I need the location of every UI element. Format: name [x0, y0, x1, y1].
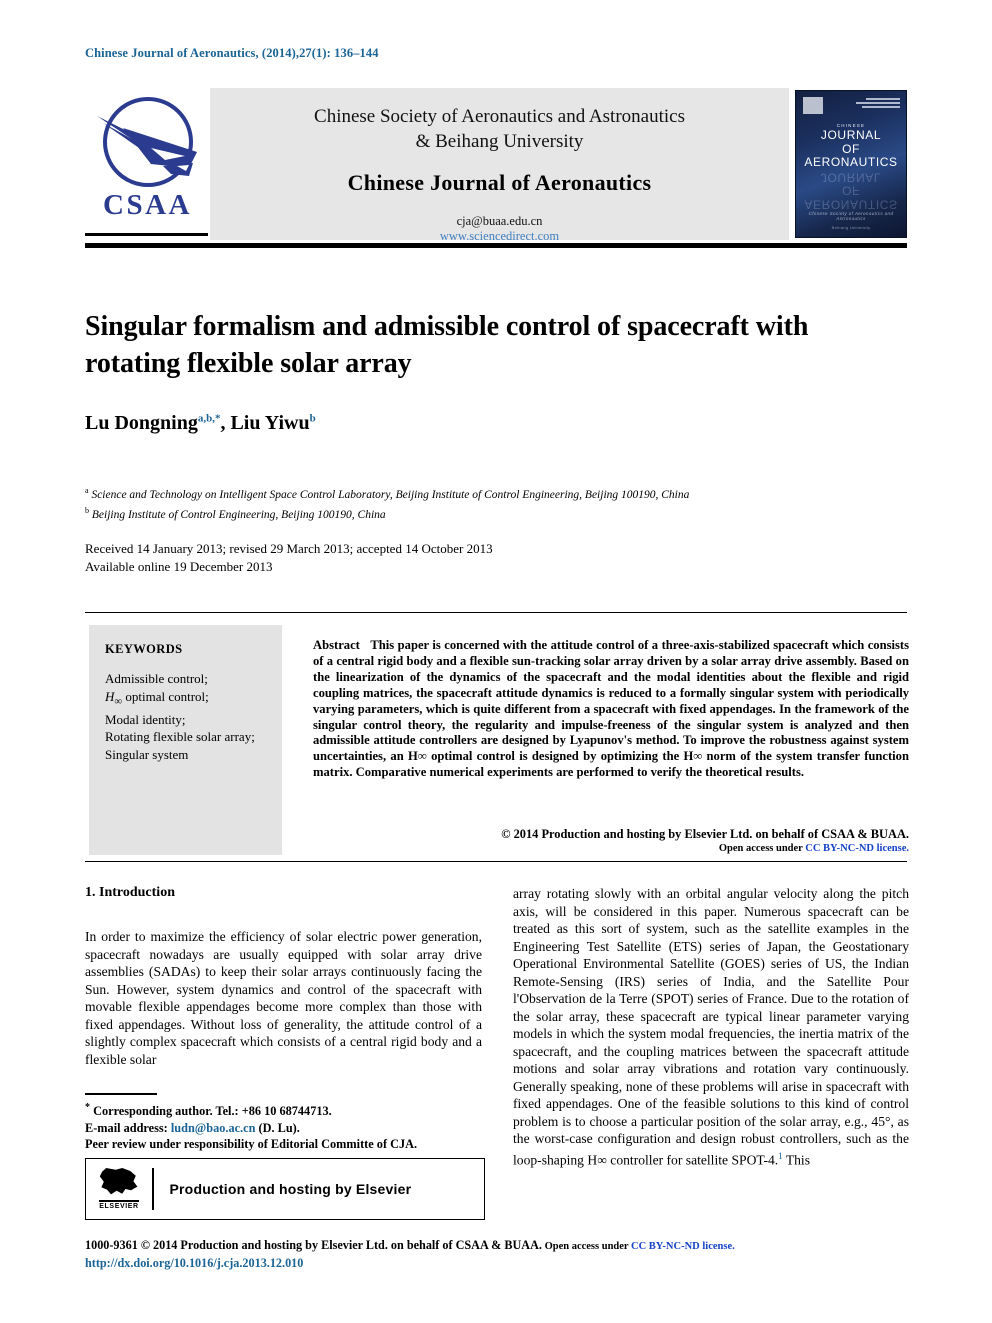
- cover-title-line2: OF: [842, 141, 860, 156]
- cc-license-link[interactable]: CC BY-NC-ND license.: [805, 843, 909, 854]
- body-right-text-tail: This: [785, 1152, 810, 1168]
- doi-link[interactable]: http://dx.doi.org/10.1016/j.cja.2013.12.…: [85, 1256, 303, 1271]
- society-line-1: Chinese Society of Aeronautics and Astro…: [314, 106, 685, 127]
- history-online: Available online 19 December 2013: [85, 559, 273, 574]
- elsevier-mark-icon: [803, 97, 823, 114]
- affiliation-text-b: Beijing Institute of Control Engineering…: [91, 508, 386, 521]
- peer-review-note: Peer review under responsibility of Edit…: [85, 1137, 418, 1151]
- abstract-label: Abstract: [313, 638, 360, 652]
- csaa-underline: [85, 233, 208, 236]
- elsevier-badge-text: Production and hosting by Elsevier: [169, 1181, 412, 1197]
- email-suffix: (D. Lu).: [255, 1120, 300, 1135]
- author-name-2: Liu Yiwu: [230, 412, 310, 434]
- csaa-logo-cell: CSAA: [85, 88, 210, 240]
- sciencedirect-link[interactable]: www.sciencedirect.com: [210, 229, 789, 244]
- email-note: E-mail address: ludn@bao.ac.cn (D. Lu).: [85, 1120, 485, 1137]
- keywords-heading: KEYWORDS: [105, 642, 183, 656]
- corresponding-author-note: * Corresponding author. Tel.: +86 10 687…: [85, 1100, 485, 1120]
- elsevier-logo-icon: ELSEVIER: [86, 1168, 148, 1210]
- running-head: Chinese Journal of Aeronautics, (2014),2…: [85, 46, 379, 60]
- footer-issn-copyright: 1000-9361 © 2014 Production and hosting …: [85, 1238, 542, 1252]
- email-label: E-mail address:: [85, 1120, 171, 1135]
- elsevier-wordmark: ELSEVIER: [99, 1200, 139, 1210]
- cover-reflection-line1: JOURNAL: [820, 170, 882, 185]
- footer-cc-license-link[interactable]: CC BY-NC-ND license.: [631, 1241, 735, 1252]
- cover-title: JOURNAL OF AERONAUTICS: [796, 128, 906, 170]
- paper-page: Chinese Journal of Aeronautics, (2014),2…: [0, 0, 992, 1323]
- journal-cover-thumbnail: CHINESE JOURNAL OF AERONAUTICS AERONAUTI…: [795, 90, 907, 238]
- journal-masthead: CSAA Chinese Society of Aeronautics and …: [85, 88, 907, 243]
- cover-issue-lines: [856, 98, 900, 110]
- masthead-bottom-rule: [85, 243, 907, 248]
- elsevier-tree-icon: [99, 1168, 138, 1195]
- abstract-block: Abstract This paper is concerned with th…: [313, 638, 909, 781]
- abstract-text: This paper is concerned with the attitud…: [313, 638, 909, 780]
- journal-email: cja@buaa.edu.cn: [456, 214, 543, 228]
- elsevier-badge: ELSEVIER Production and hosting by Elsev…: [85, 1158, 485, 1220]
- cover-title-line3: AERONAUTICS: [804, 155, 898, 169]
- cover-footer-italic: Chinese Society of Aeronautics and Astro…: [808, 211, 894, 221]
- abstract-open-access: Open access under CC BY-NC-ND license.: [313, 843, 909, 854]
- history-received: Received 14 January 2013; revised 29 Mar…: [85, 541, 493, 556]
- society-line-2: & Beihang University: [415, 131, 584, 152]
- affiliation-label-a: a: [85, 486, 89, 495]
- body-column-left: In order to maximize the efficiency of s…: [85, 929, 482, 1067]
- keywords-box: KEYWORDS Admissible control; H∞ optimal …: [89, 625, 282, 855]
- masthead-center: Chinese Society of Aeronautics and Astro…: [210, 88, 789, 243]
- csaa-emblem-icon: [97, 97, 197, 187]
- footnote-block: * Corresponding author. Tel.: +86 10 687…: [85, 1100, 485, 1136]
- elsevier-divider: [152, 1168, 154, 1210]
- keyword-item: Singular system: [105, 746, 189, 762]
- cover-title-line1: JOURNAL: [820, 128, 882, 142]
- author-marks-2: b: [309, 412, 316, 425]
- journal-title: Chinese Journal of Aeronautics: [347, 170, 652, 195]
- article-history: Received 14 January 2013; revised 29 Mar…: [85, 540, 493, 576]
- footnote-rule: [85, 1093, 157, 1095]
- abstract-copyright: © 2014 Production and hosting by Elsevie…: [501, 827, 909, 841]
- author-name-1: Lu Dongning: [85, 412, 198, 434]
- cover-title-reflection: AERONAUTICS OF JOURNAL: [796, 170, 906, 212]
- section-heading-introduction: 1. Introduction: [85, 885, 175, 900]
- keyword-item: Rotating flexible solar array;: [105, 729, 255, 745]
- cover-reflection-line3: AERONAUTICS: [804, 197, 898, 212]
- open-access-prefix: Open access under: [718, 843, 806, 854]
- keywords-list: Admissible control; H∞ optimal control; …: [105, 670, 268, 763]
- csaa-wordmark: CSAA: [103, 189, 192, 221]
- affiliation-b: b Beijing Institute of Control Engineeri…: [85, 503, 910, 523]
- page-title: Singular formalism and admissible contro…: [85, 311, 809, 379]
- cover-footer-small: Beihang University: [831, 225, 871, 230]
- affiliation-block: a Science and Technology on Intelligent …: [85, 483, 910, 523]
- keyword-item: Modal identity;: [105, 711, 186, 727]
- body-right-text: array rotating slowly with an orbital an…: [513, 886, 909, 1168]
- journal-cover-cell: CHINESE JOURNAL OF AERONAUTICS AERONAUTI…: [789, 88, 907, 240]
- citation-ref-1[interactable]: 1: [778, 1151, 783, 1161]
- author-separator: ,: [220, 412, 231, 434]
- abstract-top-rule: [85, 612, 907, 613]
- asterisk-marker: *: [85, 1102, 90, 1113]
- author-marks-1: a,b,*: [197, 412, 221, 425]
- affiliation-text-a: Science and Technology on Intelligent Sp…: [91, 488, 690, 501]
- keyword-item: Admissible control;: [105, 671, 208, 686]
- affiliation-label-b: b: [85, 505, 89, 515]
- body-column-right: array rotating slowly with an orbital an…: [513, 885, 909, 1169]
- footer-copyright: 1000-9361 © 2014 Production and hosting …: [85, 1238, 909, 1253]
- abstract-bottom-rule: [85, 861, 907, 862]
- footer-open-access-prefix: Open access under: [541, 1241, 631, 1252]
- author-list: Lu Dongninga,b,*, Liu Yiwub: [85, 412, 316, 435]
- keyword-item: H∞ optimal control;: [105, 688, 209, 708]
- masthead-contact: cja@buaa.edu.cn www.sciencedirect.com: [210, 214, 789, 244]
- affiliation-a: a Science and Technology on Intelligent …: [85, 483, 910, 503]
- corresponding-email-link[interactable]: ludn@bao.ac.cn: [171, 1121, 256, 1135]
- corresponding-author-text: Corresponding author. Tel.: +86 10 68744…: [93, 1104, 332, 1119]
- cover-reflection-line2: OF: [842, 184, 860, 198]
